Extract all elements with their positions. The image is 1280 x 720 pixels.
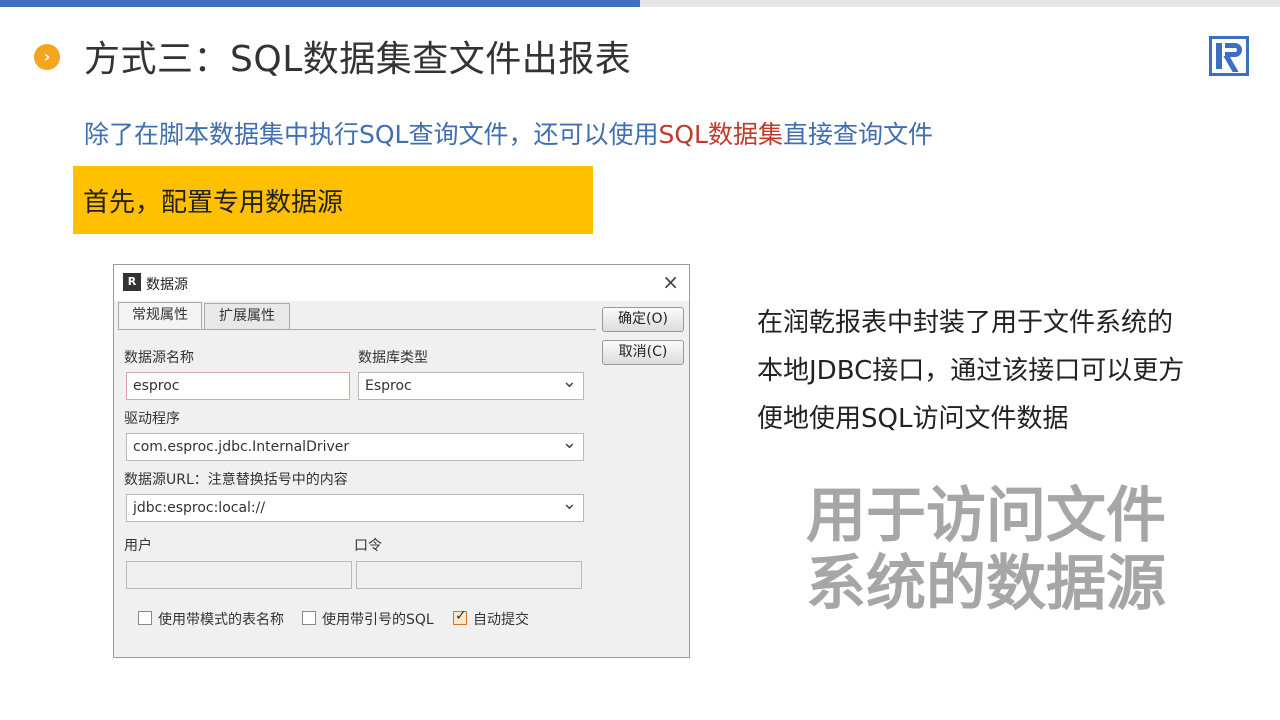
password-label: 口令 (354, 538, 382, 554)
driver-select[interactable]: com.esproc.jdbc.InternalDriver (126, 430, 584, 461)
schema-table-checkbox[interactable] (138, 611, 152, 625)
dialog-title: 数据源 (146, 277, 188, 293)
slide-subtitle: 除了在脚本数据集中执行SQL查询文件，还可以使用SQL数据集直接查询文件 (84, 115, 933, 151)
brand-logo-icon (1209, 36, 1249, 76)
password-input[interactable] (356, 561, 582, 589)
ok-button[interactable]: 确定(O) (602, 307, 684, 332)
description-line-1: 在润乾报表中封装了用于文件系统的 (757, 308, 1174, 338)
db-type-select[interactable]: Esproc (358, 369, 584, 400)
auto-commit-checkbox[interactable] (453, 608, 467, 625)
url-select[interactable]: jdbc:esproc:local:// (126, 491, 584, 522)
description-line-3: 便地使用SQL访问文件数据 (757, 404, 1069, 434)
auto-commit-label: 自动提交 (473, 612, 529, 628)
quoted-sql-checkbox[interactable] (302, 611, 316, 625)
slide-title: 方式三：SQL数据集查文件出报表 (84, 39, 632, 80)
datasource-dialog: R 数据源 × 常规属性 扩展属性 确定(O) 取消(C) 数据源名称 数据库类… (113, 264, 690, 658)
tab-general[interactable]: 常规属性 (118, 302, 202, 330)
top-gray-bar (640, 0, 1280, 7)
db-type-value: Esproc (365, 378, 412, 394)
chevron-right-icon: › (34, 44, 60, 70)
tab-extended[interactable]: 扩展属性 (204, 303, 290, 329)
app-icon: R (123, 273, 141, 291)
user-input[interactable] (126, 561, 352, 589)
cancel-button[interactable]: 取消(C) (602, 340, 684, 365)
schema-table-label: 使用带模式的表名称 (158, 612, 284, 628)
description-line-2: 本地JDBC接口，通过该接口可以更方 (757, 356, 1185, 386)
ds-name-label: 数据源名称 (124, 350, 194, 366)
db-type-label: 数据库类型 (358, 350, 428, 366)
subtitle-highlight: SQL数据集 (658, 120, 783, 149)
driver-label: 驱动程序 (124, 411, 180, 427)
top-accent-bar (0, 0, 640, 7)
big-caption-line-1: 用于访问文件 (806, 481, 1166, 551)
user-label: 用户 (124, 538, 152, 554)
big-caption-line-2: 系统的数据源 (806, 549, 1166, 619)
ds-name-input[interactable]: esproc (126, 372, 350, 400)
subtitle-prefix: 除了在脚本数据集中执行SQL查询文件，还可以使用 (84, 120, 659, 149)
subtitle-suffix: 直接查询文件 (782, 120, 933, 149)
tab-divider (118, 329, 596, 330)
close-icon[interactable]: × (662, 270, 679, 294)
url-value: jdbc:esproc:local:// (133, 500, 266, 516)
big-caption: 用于访问文件 系统的数据源 (806, 482, 1186, 618)
callout-box: 首先，配置专用数据源 (73, 166, 593, 234)
url-label: 数据源URL：注意替换括号中的内容 (124, 472, 348, 488)
quoted-sql-label: 使用带引号的SQL (322, 612, 434, 628)
dialog-titlebar: R 数据源 × (114, 265, 689, 301)
driver-value: com.esproc.jdbc.InternalDriver (133, 439, 350, 455)
callout-text: 首先，配置专用数据源 (83, 188, 344, 218)
